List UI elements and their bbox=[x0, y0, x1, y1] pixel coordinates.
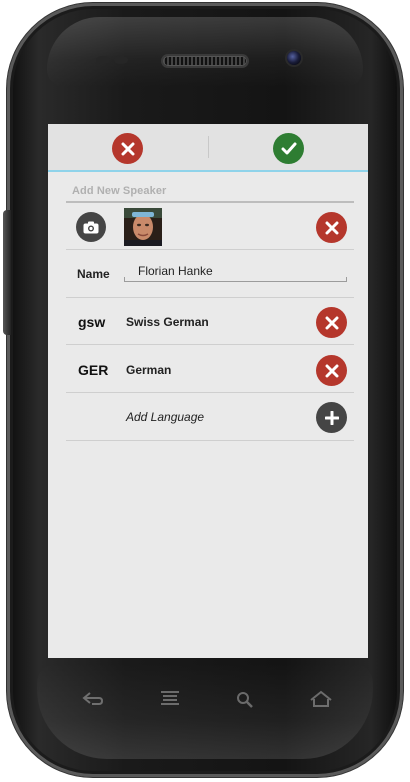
back-icon[interactable] bbox=[81, 690, 105, 708]
add-language-label[interactable]: Add Language bbox=[126, 410, 204, 424]
section-divider bbox=[66, 201, 354, 203]
language-name: Swiss German bbox=[126, 315, 209, 329]
camera-button[interactable] bbox=[76, 212, 106, 242]
remove-language-button[interactable] bbox=[316, 355, 347, 386]
plus-icon bbox=[324, 410, 339, 425]
row-divider bbox=[66, 392, 354, 393]
close-icon bbox=[325, 221, 338, 234]
remove-photo-button[interactable] bbox=[316, 212, 347, 243]
menu-icon[interactable] bbox=[158, 690, 182, 708]
language-code: gsw bbox=[78, 314, 106, 330]
confirm-button[interactable] bbox=[273, 133, 304, 164]
name-field[interactable] bbox=[124, 260, 346, 282]
phone-bottom-highlight bbox=[37, 663, 373, 759]
check-icon bbox=[281, 142, 296, 154]
close-icon bbox=[325, 364, 338, 377]
row-divider bbox=[66, 440, 354, 441]
action-bar-divider bbox=[208, 136, 209, 158]
proximity-sensor bbox=[96, 56, 110, 64]
row-divider bbox=[66, 344, 354, 345]
close-icon bbox=[121, 142, 134, 155]
remove-language-button[interactable] bbox=[316, 307, 347, 338]
speaker-photo bbox=[124, 208, 162, 246]
row-divider bbox=[66, 297, 354, 298]
app-screen: Add New Speaker Name gsw bbox=[48, 124, 368, 658]
input-edge-right bbox=[346, 277, 347, 282]
language-name: German bbox=[126, 363, 172, 377]
front-camera bbox=[287, 51, 301, 65]
search-icon[interactable] bbox=[233, 690, 257, 708]
row-divider bbox=[66, 249, 354, 250]
add-language-button[interactable] bbox=[316, 402, 347, 433]
light-sensor bbox=[114, 56, 128, 64]
language-code: GER bbox=[78, 362, 109, 378]
action-bar bbox=[48, 124, 368, 172]
camera-icon bbox=[83, 221, 99, 233]
phone-top-highlight bbox=[47, 17, 363, 87]
volume-side-button bbox=[3, 210, 11, 335]
input-edge-left bbox=[124, 277, 125, 282]
section-title: Add New Speaker bbox=[72, 185, 167, 197]
name-label: Name bbox=[77, 267, 110, 281]
home-icon[interactable] bbox=[309, 690, 333, 708]
close-icon bbox=[325, 316, 338, 329]
cancel-button[interactable] bbox=[112, 133, 143, 164]
earpiece-speaker bbox=[163, 56, 247, 66]
